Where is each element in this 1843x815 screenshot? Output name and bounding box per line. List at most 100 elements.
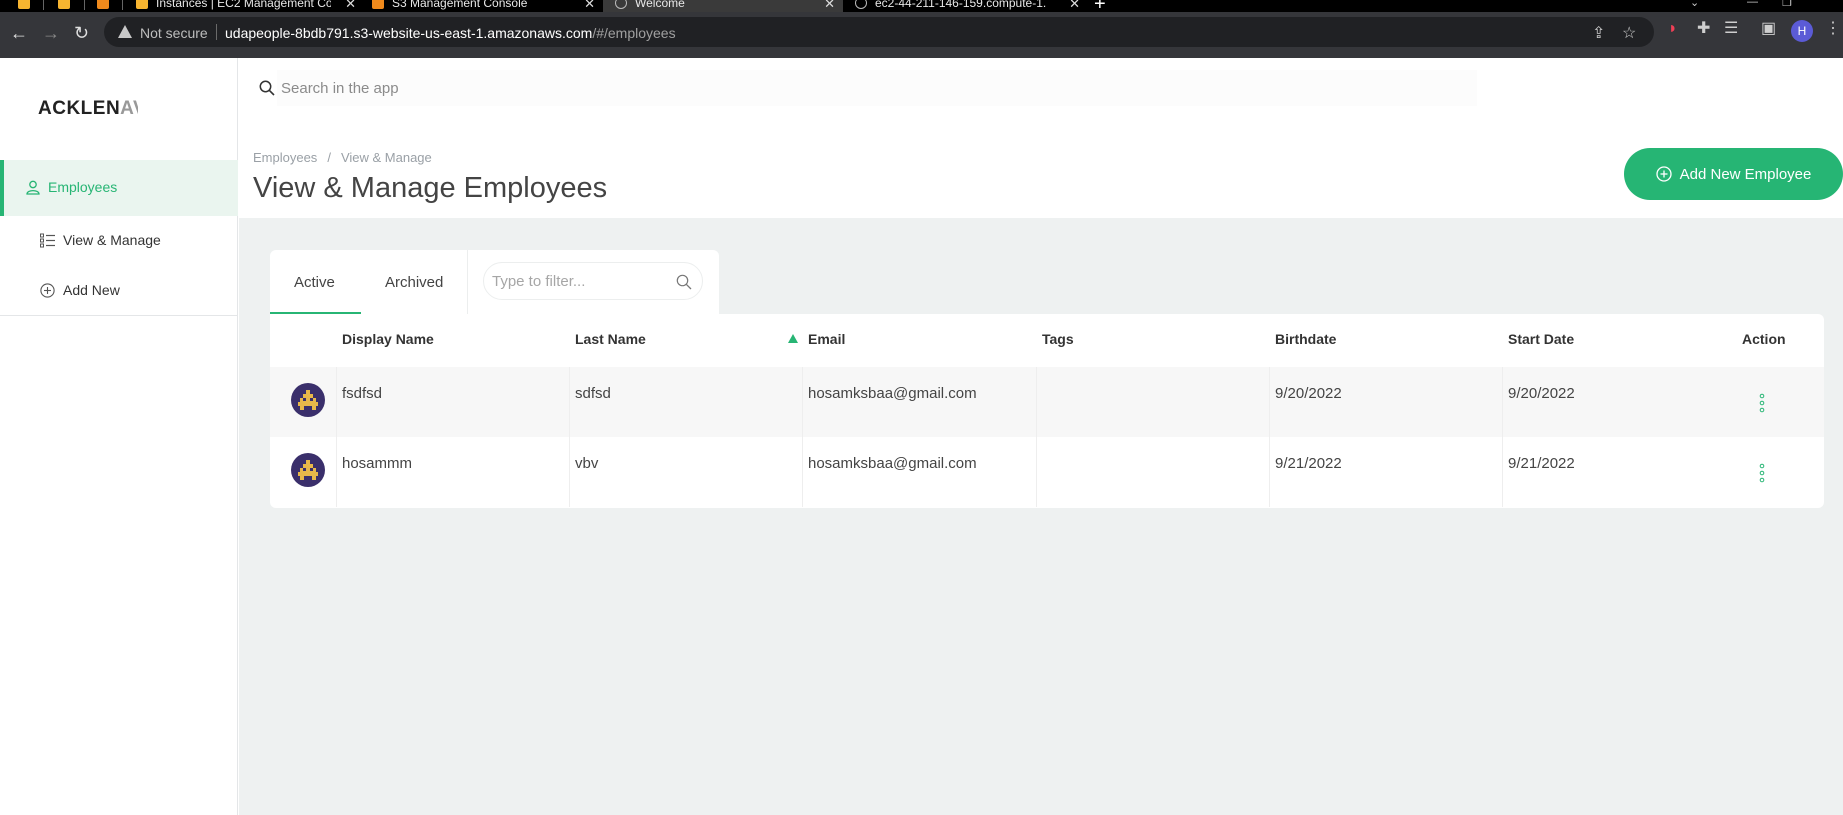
- sidebar-item-view-manage[interactable]: View & Manage: [0, 221, 238, 261]
- sort-ascending-icon[interactable]: [788, 334, 798, 343]
- cell-divider: [336, 367, 337, 437]
- browser-tab[interactable]: [18, 0, 38, 12]
- browser-tab-s3[interactable]: S3 Management Console ✕: [372, 0, 595, 12]
- minimize-icon[interactable]: —: [1747, 0, 1758, 8]
- reading-list-icon[interactable]: ☰: [1724, 21, 1738, 37]
- filter-field[interactable]: [483, 262, 703, 300]
- tab-archived[interactable]: Archived: [361, 250, 467, 314]
- security-label[interactable]: Not secure: [140, 25, 208, 41]
- column-header-display-name[interactable]: Display Name: [342, 331, 434, 347]
- sidebar-item-label: View & Manage: [63, 232, 161, 248]
- column-header-last-name[interactable]: Last Name: [575, 331, 646, 347]
- reload-icon[interactable]: ↻: [74, 24, 89, 42]
- restore-icon[interactable]: ❐: [1782, 0, 1792, 9]
- aws-icon: [136, 0, 148, 9]
- app-search-input[interactable]: [277, 70, 1477, 106]
- star-icon[interactable]: ☆: [1622, 26, 1636, 42]
- browser-tab[interactable]: [58, 0, 78, 12]
- cell-last-name: sdfsd: [575, 385, 611, 402]
- sidebar: ACKLENAV Employees View & Manage: [0, 58, 238, 815]
- breadcrumb-current: View & Manage: [340, 150, 432, 165]
- share-icon[interactable]: ⇪: [1592, 26, 1605, 42]
- pocket-icon[interactable]: ◗: [1668, 21, 1678, 37]
- close-icon[interactable]: ✕: [584, 0, 595, 12]
- cell-display-name: hosammm: [342, 455, 413, 472]
- sidepanel-icon[interactable]: ▣: [1761, 21, 1776, 37]
- search-icon[interactable]: [676, 274, 692, 290]
- table-row[interactable]: fsdfsd sdfsd hosamksbaa@gmail.com 9/20/2…: [270, 367, 1824, 437]
- sidebar-section-label: Employees: [48, 179, 118, 195]
- browser-tab-strip: Instances | EC2 Management Co ✕ S3 Manag…: [0, 0, 1843, 12]
- tab-title: Welcome: [635, 0, 685, 10]
- avatar-pixel-icon: [298, 460, 318, 480]
- cell-divider: [1269, 367, 1270, 437]
- add-button-label: Add New Employee: [1679, 165, 1812, 183]
- forward-icon[interactable]: →: [42, 24, 60, 42]
- column-header-tags[interactable]: Tags: [1042, 331, 1074, 347]
- tab-active[interactable]: Active: [270, 250, 361, 314]
- filter-bar: Active Archived: [270, 250, 719, 314]
- tab-separator: [43, 0, 44, 10]
- address-bar[interactable]: Not secure udapeople-8bdb791.s3-website-…: [104, 17, 1654, 47]
- cell-last-name: vbv: [575, 455, 599, 472]
- close-icon[interactable]: ✕: [1069, 0, 1080, 12]
- new-tab-button[interactable]: +: [1094, 0, 1106, 12]
- column-header-email[interactable]: Email: [808, 331, 845, 347]
- tab-separator: [84, 0, 85, 10]
- tab-label: Active: [294, 274, 335, 291]
- sidebar-item-add-new[interactable]: Add New: [0, 271, 238, 311]
- cell-divider: [1502, 367, 1503, 437]
- breadcrumb: Employees / View & Manage: [253, 150, 432, 165]
- column-header-birthdate[interactable]: Birthdate: [1275, 331, 1336, 347]
- tab-title: ec2-44-211-146-159.compute-1.: [875, 0, 1047, 10]
- sidebar-item-employees[interactable]: Employees: [0, 160, 238, 216]
- aws-icon: [18, 0, 30, 9]
- omnibox-divider: [216, 24, 217, 40]
- browser-tab-welcome[interactable]: Welcome ✕: [603, 0, 843, 12]
- app-topbar: [239, 58, 1843, 128]
- browser-toolbar: ← → ↻ Not secure udapeople-8bdb791.s3-we…: [0, 12, 1843, 58]
- extensions-icon[interactable]: ✚: [1697, 21, 1710, 37]
- more-menu-icon[interactable]: ⋮: [1825, 21, 1841, 37]
- table-row[interactable]: hosammm vbv hosamksbaa@gmail.com 9/21/20…: [270, 437, 1824, 507]
- plus-circle-icon: [1655, 166, 1672, 182]
- more-vertical-icon[interactable]: [1759, 393, 1765, 413]
- logo-text-faded: AV: [120, 98, 138, 119]
- close-icon[interactable]: ✕: [824, 0, 835, 12]
- app-logo[interactable]: ACKLENAV: [38, 98, 138, 120]
- cell-birthdate: 9/20/2022: [1275, 385, 1342, 402]
- cell-display-name: fsdfsd: [342, 385, 383, 402]
- breadcrumb-link-employees[interactable]: Employees: [253, 150, 317, 165]
- filter-input[interactable]: [492, 269, 667, 293]
- sidebar-item-label: Add New: [63, 282, 120, 298]
- aws-icon: [58, 0, 70, 9]
- tab-title: Instances | EC2 Management Co: [156, 0, 331, 10]
- cell-divider: [1036, 437, 1037, 507]
- browser-tab-ec2-host[interactable]: ec2-44-211-146-159.compute-1. ✕: [855, 0, 1080, 12]
- tab-separator: [122, 0, 123, 10]
- add-new-employee-button[interactable]: Add New Employee: [1624, 148, 1843, 200]
- aws-icon: [372, 0, 384, 9]
- plus-circle-icon: [40, 283, 55, 298]
- user-icon: [26, 180, 40, 195]
- browser-tab-ec2[interactable]: Instances | EC2 Management Co ✕: [136, 0, 356, 12]
- list-icon: [40, 233, 55, 248]
- globe-icon: [615, 0, 627, 9]
- more-vertical-icon[interactable]: [1759, 463, 1765, 483]
- cell-divider: [1036, 367, 1037, 437]
- close-icon[interactable]: ✕: [345, 0, 356, 12]
- employees-table: Display Name Last Name Email Tags Birthd…: [270, 314, 1824, 508]
- globe-icon: [855, 0, 867, 9]
- cell-divider: [1269, 437, 1270, 507]
- profile-avatar[interactable]: H: [1791, 20, 1813, 42]
- column-header-start-date[interactable]: Start Date: [1508, 331, 1574, 347]
- browser-tab[interactable]: [97, 0, 117, 12]
- url-text[interactable]: udapeople-8bdb791.s3-website-us-east-1.a…: [225, 25, 676, 41]
- app-root: ACKLENAV Employees View & Manage: [0, 58, 1843, 815]
- cell-divider: [802, 437, 803, 507]
- chevron-down-icon[interactable]: ⌄: [1690, 0, 1699, 9]
- aws-icon: [97, 0, 109, 9]
- back-icon[interactable]: ←: [10, 24, 28, 42]
- tab-label: Archived: [385, 274, 444, 291]
- cell-start-date: 9/21/2022: [1508, 455, 1575, 472]
